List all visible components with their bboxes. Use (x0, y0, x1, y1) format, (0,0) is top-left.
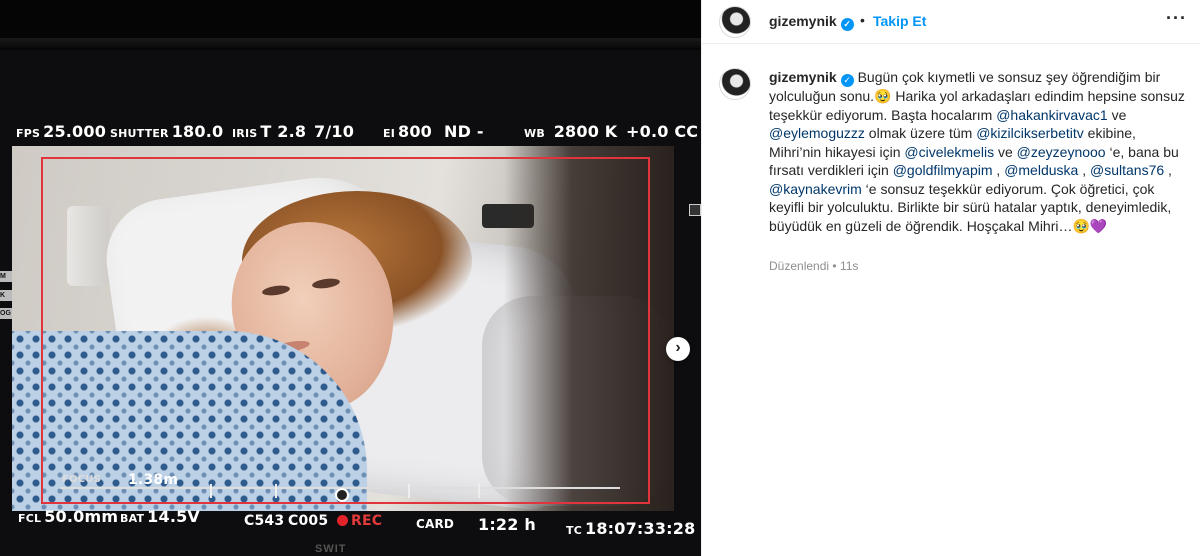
hud-fps-value: 25.000 (43, 122, 107, 141)
follow-button[interactable]: Takip Et (873, 13, 926, 29)
hud-ei-value: 800 (398, 122, 433, 141)
hud-focus-value: 1.38m (128, 472, 179, 488)
hud-fps: FPS 25.000 (16, 122, 106, 141)
verified-badge-icon: ✓ (840, 74, 854, 87)
hud-shutter-value: 180.0 (171, 122, 224, 141)
post-caption: gizemynik ✓ Bugün çok kıymetli ve sonsuz … (769, 68, 1189, 235)
mention-link[interactable]: @hakankirvavac1 (996, 107, 1108, 123)
frame-guide-box (41, 157, 650, 504)
mention-link[interactable]: @sultans76 (1090, 162, 1164, 178)
hud-nd-label: ND (444, 122, 472, 141)
hud-reel: C005 (288, 513, 329, 529)
hud-card-label: CARD (416, 517, 455, 531)
caption-text-segment: olmak üzere tüm (864, 125, 977, 141)
hud-rec-label: REC (351, 513, 383, 529)
rec-dot-icon (337, 515, 348, 526)
hud-wb-label: WB (524, 127, 545, 140)
caption-avatar[interactable] (719, 68, 751, 100)
hud-wb-value: 2800 K (553, 122, 618, 141)
mention-link[interactable]: @zeyzeynooo (1017, 144, 1106, 160)
caption-username[interactable]: gizemynik (769, 69, 837, 85)
side-tab: OG (0, 308, 12, 319)
focus-tick (210, 484, 212, 498)
caption-text-segment: ve (1107, 106, 1127, 123)
caption-text-segment: , (992, 162, 1005, 178)
verified-badge-icon: ✓ (840, 18, 854, 31)
hud-nd: ND - (444, 122, 484, 141)
next-arrow-icon[interactable]: › (666, 337, 690, 361)
hud-ei-label: EI (383, 127, 396, 140)
mention-link[interactable]: @civelekmelis (904, 144, 994, 160)
hud-cc: +0.0 CC (626, 122, 699, 141)
hud-fcl: FCL 50.0mm (18, 507, 118, 526)
mention-link[interactable]: @goldfilmyapim (893, 162, 993, 178)
hud-bat-value: 14.5V (147, 507, 201, 526)
hud-ei: EI 800 (383, 122, 432, 141)
hud-iris-fraction: 7/10 (314, 122, 355, 141)
hud-focus-label: FOCUS (62, 474, 101, 485)
hud-bat-label: BAT (120, 512, 145, 525)
header-username-text[interactable]: gizemynik (769, 13, 837, 29)
focus-marker (335, 488, 349, 502)
avatar[interactable] (719, 6, 751, 38)
caption-text-segment: ve (994, 143, 1017, 160)
hud-fps-label: FPS (16, 127, 41, 140)
caption-text-segment: , (1078, 162, 1090, 178)
focus-tick (408, 484, 410, 498)
mention-link[interactable]: @melduska (1004, 162, 1078, 178)
hud-clip: C543 (244, 513, 285, 529)
mention-link[interactable]: @eylemoguzzz (769, 125, 865, 141)
separator-dot: • (860, 12, 865, 28)
focus-tick (478, 484, 480, 498)
mention-link[interactable]: @kaynakevrim (769, 181, 862, 197)
monitor-brand: SWIT (315, 543, 347, 555)
monitor-screen-edge (0, 38, 701, 48)
caption-text-segment: , (1164, 162, 1172, 178)
meta-separator: • (832, 259, 837, 273)
hud-wb: WB 2800 K (524, 122, 617, 141)
side-tab: K (0, 290, 12, 301)
hud-timecode: TC 18:07:33:28 (566, 519, 695, 538)
post-side-panel: gizemynik ✓ • Takip Et ··· gizemynik ✓ Bug… (701, 0, 1200, 556)
edited-label: Düzenlendi (769, 259, 830, 273)
hud-iris-value: T 2.8 (260, 122, 307, 141)
hud-tc-label: TC (566, 524, 582, 537)
caption-text: Bugün çok kıymetli ve sonsuz şey öğrendi… (769, 69, 1185, 234)
hud-nd-value: - (476, 122, 484, 141)
hud-rec: REC (337, 513, 382, 529)
monitor-volume-icon (689, 204, 701, 216)
hud-shutter-label: SHUTTER (110, 127, 169, 140)
post-meta: Düzenlendi • 11s (769, 259, 858, 273)
hud-bat: BAT 14.5V (120, 507, 200, 526)
hud-iris: IRIS T 2.8 (232, 122, 306, 141)
post-media: FPS 25.000 SHUTTER 180.0 IRIS T 2.8 7/10 EI… (0, 0, 701, 556)
post-time[interactable]: 11s (840, 259, 858, 273)
hud-tc-value: 18:07:33:28 (584, 519, 696, 538)
focus-tick (275, 484, 277, 498)
hud-iris-label: IRIS (232, 127, 258, 140)
post-header: gizemynik ✓ • Takip Et ··· (702, 0, 1200, 44)
side-tab: M (0, 271, 12, 282)
header-username[interactable]: gizemynik ✓ (769, 13, 854, 31)
hud-fcl-label: FCL (18, 512, 42, 525)
hud-shutter: SHUTTER 180.0 (110, 122, 223, 141)
hud-card-time: 1:22 h (478, 515, 536, 534)
hud-fcl-value: 50.0mm (44, 507, 119, 526)
more-options-icon[interactable]: ··· (1166, 8, 1187, 29)
mention-link[interactable]: @kizilcikserbetitv (976, 125, 1084, 141)
